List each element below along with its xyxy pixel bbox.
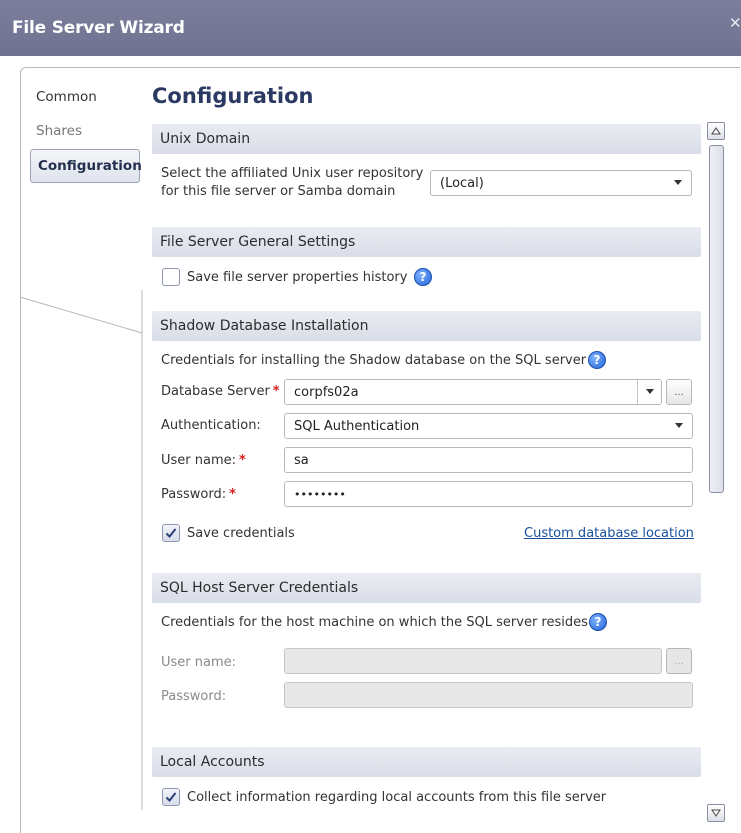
database-server-combobox[interactable]: corpfs02a <box>284 379 662 405</box>
custom-database-location-link[interactable]: Custom database location <box>524 526 694 541</box>
scrollbar-thumb[interactable] <box>709 145 724 493</box>
section-header-general-settings: File Server General Settings <box>152 227 701 257</box>
help-icon[interactable]: ? <box>589 613 607 631</box>
authentication-value: SQL Authentication <box>294 419 420 434</box>
unix-repository-value: (Local) <box>440 176 484 191</box>
sql-host-user-name-input[interactable] <box>284 648 662 674</box>
user-name-input[interactable]: sa <box>284 447 693 473</box>
required-marker: * <box>239 453 246 468</box>
database-server-dropdown-button[interactable] <box>637 380 661 404</box>
nav-item-configuration[interactable]: Configuration <box>30 149 142 183</box>
authentication-dropdown[interactable]: SQL Authentication <box>284 413 693 439</box>
save-credentials-checkbox[interactable] <box>162 524 180 542</box>
sql-host-browse-button[interactable]: ... <box>666 648 692 674</box>
unix-repository-prompt-line2: for this file server or Samba domain <box>161 184 396 199</box>
password-input[interactable]: •••••••• <box>284 481 693 507</box>
close-icon[interactable]: ✕ <box>729 14 741 34</box>
help-icon[interactable]: ? <box>414 268 432 286</box>
title-bar: File Server Wizard ✕ <box>0 0 741 56</box>
check-icon <box>165 792 177 802</box>
password-value: •••••••• <box>294 488 346 501</box>
sql-host-user-name-label: User name: <box>161 655 237 670</box>
database-server-browse-button[interactable]: ... <box>666 379 692 405</box>
sql-host-description: Credentials for the host machine on whic… <box>161 615 588 630</box>
nav-pane-divider <box>19 296 143 334</box>
page-title: Configuration <box>152 84 314 108</box>
sql-host-password-input[interactable] <box>284 682 693 708</box>
database-server-value: corpfs02a <box>294 385 359 400</box>
nav-pane-border <box>141 290 143 810</box>
arrow-up-icon <box>711 127 721 135</box>
section-header-unix-domain: Unix Domain <box>152 124 701 154</box>
arrow-down-icon <box>711 809 721 817</box>
sql-host-password-label: Password: <box>161 689 227 704</box>
password-label-text: Password: <box>161 487 227 502</box>
section-header-sql-host: SQL Host Server Credentials <box>152 573 701 603</box>
save-credentials-label: Save credentials <box>187 526 295 541</box>
authentication-label: Authentication: <box>161 418 261 433</box>
section-header-local-accounts: Local Accounts <box>152 747 701 777</box>
unix-repository-dropdown[interactable]: (Local) <box>430 170 692 196</box>
user-name-label: User name: * <box>161 453 246 468</box>
window-title: File Server Wizard <box>12 18 185 38</box>
shadow-db-description: Credentials for installing the Shadow da… <box>161 353 587 368</box>
check-icon <box>165 528 177 538</box>
save-history-checkbox[interactable] <box>162 268 180 286</box>
nav-item-common[interactable]: Common <box>36 89 97 105</box>
required-marker: * <box>229 487 236 502</box>
database-server-label-text: Database Server <box>161 384 270 399</box>
chevron-down-icon <box>675 423 683 428</box>
user-name-label-text: User name: <box>161 453 237 468</box>
database-server-label: Database Server * <box>161 384 280 399</box>
unix-repository-prompt-line1: Select the affiliated Unix user reposito… <box>161 166 424 181</box>
collect-local-accounts-label: Collect information regarding local acco… <box>187 790 607 805</box>
collect-local-accounts-checkbox[interactable] <box>162 788 180 806</box>
chevron-down-icon <box>674 180 682 185</box>
section-header-shadow-database: Shadow Database Installation <box>152 311 701 341</box>
save-history-label: Save file server properties history <box>187 270 408 285</box>
scroll-down-button[interactable] <box>707 804 725 822</box>
chevron-down-icon <box>646 389 654 394</box>
scroll-up-button[interactable] <box>707 122 725 140</box>
nav-item-shares[interactable]: Shares <box>36 123 82 139</box>
required-marker: * <box>272 384 280 399</box>
help-icon[interactable]: ? <box>588 351 606 369</box>
user-name-value: sa <box>294 453 309 468</box>
password-label: Password: * <box>161 487 236 502</box>
